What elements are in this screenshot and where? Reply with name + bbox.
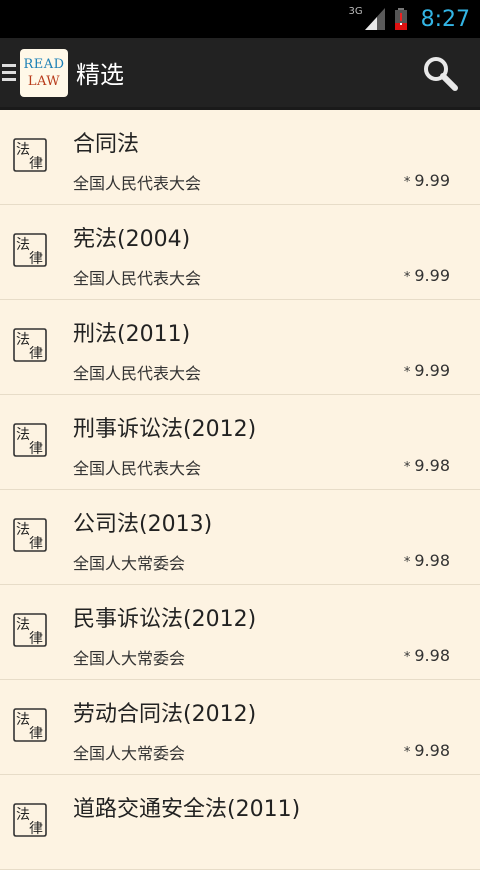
search-icon[interactable] (422, 55, 458, 91)
star-icon: * (403, 745, 411, 760)
list-item[interactable]: 法律道路交通安全法(2011) (0, 775, 480, 870)
item-title: 刑事诉讼法(2012) (73, 417, 257, 442)
star-icon: * (403, 650, 411, 665)
item-price: * 9.98 (404, 551, 450, 570)
app-logo[interactable]: READ LAW (20, 48, 68, 97)
signal-icon (364, 8, 385, 30)
item-title: 民事诉讼法(2012) (73, 607, 257, 632)
battery-low-icon (394, 8, 407, 30)
item-price-value: 9.98 (414, 741, 450, 760)
item-price: * 9.99 (404, 266, 450, 285)
logo-law: LAW (27, 73, 61, 89)
list-item[interactable]: 法律劳动合同法(2012) 全国人大常委会 * 9.98 (0, 680, 480, 775)
list-item[interactable]: 法律刑法(2011) 全国人民代表大会 * 9.99 (0, 300, 480, 395)
status-bar: 3G 8:27 (0, 0, 480, 38)
svg-text:法: 法 (16, 427, 30, 443)
item-title: 刑法(2011) (73, 322, 191, 347)
law-seal-icon: 法律 (12, 707, 48, 743)
svg-text:法: 法 (16, 522, 30, 538)
item-price-value: 9.98 (414, 456, 450, 475)
item-price-value: 9.99 (414, 361, 450, 380)
item-publisher: 全国人大常委会 (73, 744, 186, 763)
item-price-value: 9.98 (414, 551, 450, 570)
svg-text:律: 律 (29, 536, 43, 552)
action-bar: READ LAW 精选 (0, 38, 480, 110)
page-title: 精选 (76, 61, 124, 89)
star-icon: * (403, 270, 411, 285)
law-seal-icon: 法律 (12, 517, 48, 553)
item-title: 公司法(2013) (73, 512, 213, 537)
list-item[interactable]: 法律公司法(2013) 全国人大常委会 * 9.98 (0, 490, 480, 585)
svg-text:律: 律 (29, 631, 43, 647)
star-icon: * (403, 555, 411, 570)
star-icon: * (403, 460, 411, 475)
list-item[interactable]: 法律民事诉讼法(2012) 全国人大常委会 * 9.98 (0, 585, 480, 680)
law-seal-icon: 法律 (12, 802, 48, 838)
svg-text:律: 律 (29, 156, 43, 172)
item-title: 宪法(2004) (73, 227, 191, 252)
svg-text:法: 法 (16, 332, 30, 348)
item-publisher: 全国人大常委会 (73, 554, 186, 573)
law-seal-icon: 法律 (12, 232, 48, 268)
law-seal-icon: 法律 (12, 612, 48, 648)
svg-text:法: 法 (16, 142, 30, 158)
item-publisher: 全国人民代表大会 (73, 364, 202, 383)
star-icon: * (403, 175, 411, 190)
item-publisher: 全国人大常委会 (73, 649, 186, 668)
law-seal-icon: 法律 (12, 327, 48, 363)
svg-text:律: 律 (29, 346, 43, 362)
network-type-label: 3G (348, 6, 363, 17)
item-publisher: 全国人民代表大会 (73, 459, 202, 478)
item-price: * 9.98 (404, 456, 450, 475)
list-item[interactable]: 法律刑事诉讼法(2012) 全国人民代表大会 * 9.98 (0, 395, 480, 490)
logo-read: READ (23, 56, 65, 72)
clock: 8:27 (420, 6, 470, 32)
item-title: 劳动合同法(2012) (73, 702, 257, 727)
item-price: * 9.99 (404, 171, 450, 190)
law-seal-icon: 法律 (12, 137, 48, 173)
law-list: 法律合同法 全国人民代表大会 * 9.99 法律宪法(2004) 全国人民代表大会 * 9.9… (0, 110, 480, 870)
item-price: * 9.99 (404, 361, 450, 380)
list-item[interactable]: 法律宪法(2004) 全国人民代表大会 * 9.99 (0, 205, 480, 300)
item-price-value: 9.99 (414, 171, 450, 190)
item-price: * 9.98 (404, 741, 450, 760)
item-publisher: 全国人民代表大会 (73, 174, 202, 193)
svg-text:律: 律 (29, 726, 43, 742)
item-title: 合同法 (73, 132, 140, 157)
svg-text:律: 律 (29, 251, 43, 267)
list-item[interactable]: 法律合同法 全国人民代表大会 * 9.99 (0, 110, 480, 205)
law-seal-icon: 法律 (12, 422, 48, 458)
svg-text:法: 法 (16, 807, 30, 823)
item-title: 道路交通安全法(2011) (73, 797, 301, 822)
svg-text:法: 法 (16, 712, 30, 728)
star-icon: * (403, 365, 411, 380)
svg-text:法: 法 (16, 617, 30, 633)
svg-text:律: 律 (29, 821, 43, 837)
item-price-value: 9.99 (414, 266, 450, 285)
drawer-menu-icon[interactable] (2, 64, 16, 81)
svg-text:法: 法 (16, 237, 30, 253)
item-publisher: 全国人民代表大会 (73, 269, 202, 288)
item-price-value: 9.98 (414, 646, 450, 665)
svg-text:律: 律 (29, 441, 43, 457)
item-price: * 9.98 (404, 646, 450, 665)
